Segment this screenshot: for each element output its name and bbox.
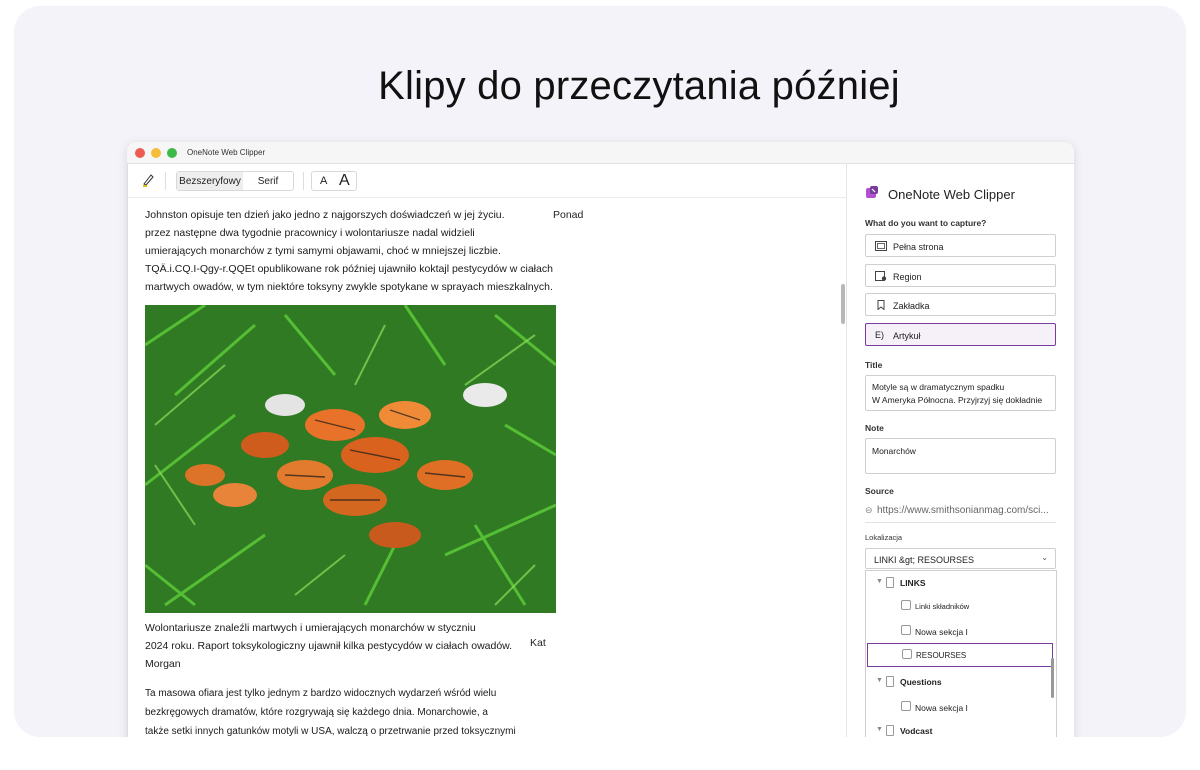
article-icon: E): [875, 330, 884, 340]
window-titlebar: OneNote Web Clipper: [127, 142, 1074, 164]
highlighter-pen-icon[interactable]: [141, 173, 155, 187]
section-label: Linki składników: [915, 602, 970, 611]
text-fragment: Ponad: [553, 209, 584, 221]
maximize-window-button[interactable]: [167, 148, 177, 158]
notebook-vodcast[interactable]: ▼ Vodcast: [866, 721, 1054, 737]
text-line: 2024 roku. Raport toksykologiczny ujawni…: [145, 640, 513, 652]
chevron-down-icon: ⌄: [1041, 553, 1048, 562]
expand-triangle-icon: ▼: [876, 726, 883, 733]
section-item[interactable]: Nowa sekcja I: [866, 697, 1054, 717]
location-label: Lokalizacja: [865, 533, 903, 542]
decrease-font-button[interactable]: A: [320, 175, 327, 187]
title-label: Title: [865, 360, 883, 370]
option-bookmark[interactable]: Zakładka: [865, 293, 1056, 316]
full-page-icon: [875, 241, 887, 251]
onenote-clipper-icon: [866, 186, 878, 198]
section-icon: [902, 649, 912, 659]
capture-label: What do you want to capture?: [865, 218, 987, 228]
link-icon: ⊖: [865, 505, 873, 515]
font-serif-button[interactable]: Serif: [243, 172, 293, 190]
notebook-icon: [886, 725, 894, 736]
location-select[interactable]: LINKI &gt; RESOURSES ⌄: [865, 548, 1056, 569]
notebook-label: Vodcast: [900, 726, 933, 736]
text-line: umierających monarchów z tymi samymi obj…: [145, 245, 501, 257]
expand-triangle-icon: ▼: [876, 578, 883, 585]
text-line: Johnston opisuje ten dzień jako jedno z …: [145, 209, 505, 221]
font-sans-button[interactable]: Bezszeryfowy: [177, 172, 243, 190]
panel-title: OneNote Web Clipper: [888, 187, 1015, 202]
font-size-controls: A A: [311, 171, 357, 191]
expand-triangle-icon: ▼: [876, 677, 883, 684]
butterflies-photo: [145, 305, 556, 613]
bookmark-icon: [877, 300, 885, 310]
photo-caption: Wolontariusze znaleźli martwych i umiera…: [145, 619, 525, 673]
region-icon: [875, 271, 887, 281]
divider: [865, 522, 1056, 523]
minimize-window-button[interactable]: [151, 148, 161, 158]
location-dropdown: ▼ LINKS Linki składników Nowa sekcja I R…: [865, 570, 1057, 737]
caption-credit: Kat: [530, 637, 546, 649]
notebook-questions[interactable]: ▼ Questions: [866, 672, 1054, 692]
section-label: RESOURSES: [916, 651, 967, 660]
source-row: ⊖ https://www.smithsonianmag.com/sci...: [865, 505, 1060, 516]
toolbar-divider: [165, 172, 166, 190]
close-window-button[interactable]: [135, 148, 145, 158]
article-pane: Bezszeryfowy Serif A A Johnston opisuje …: [127, 164, 847, 737]
section-icon: [901, 600, 911, 610]
text-line: TQÄ.i.CQ.I-Qgy-r.QQEt opublikowane rok p…: [145, 263, 553, 275]
option-article[interactable]: E) Artykuł: [865, 323, 1056, 346]
notebook-links[interactable]: ▼ LINKS: [866, 573, 1054, 593]
article-paragraph: Johnston opisuje ten dzień jako jedno z …: [145, 206, 605, 296]
option-label: Pełna strona: [893, 242, 944, 252]
section-icon: [901, 625, 911, 635]
text-line: Wolontariusze znaleźli martwych i umiera…: [145, 622, 476, 634]
note-field[interactable]: Monarchów: [865, 438, 1056, 474]
note-label: Note: [865, 423, 884, 433]
text-line: Morgan: [145, 658, 181, 670]
section-item[interactable]: Nowa sekcja I: [866, 621, 1054, 641]
clipper-panel: OneNote Web Clipper What do you want to …: [848, 164, 1074, 737]
section-icon: [901, 701, 911, 711]
background-card: Klipy do przeczytania później OneNote We…: [14, 6, 1186, 737]
window-title: OneNote Web Clipper: [187, 148, 266, 157]
text-line: Ta masowa ofiara jest tylko jednym z bar…: [145, 688, 497, 699]
source-url: https://www.smithsonianmag.com/sci...: [877, 505, 1049, 516]
section-item-resourses[interactable]: RESOURSES: [867, 643, 1053, 667]
increase-font-button[interactable]: A: [339, 172, 350, 190]
article-scrollbar[interactable]: [841, 284, 845, 324]
option-region[interactable]: Region: [865, 264, 1056, 287]
title-line: W Ameryka Północna. Przyjrzyj się dokład…: [872, 395, 1043, 405]
dropdown-scrollbar[interactable]: [1051, 658, 1054, 698]
text-line: bezkręgowych dramatów, które rozgrywają …: [145, 707, 488, 718]
text-line: martwych owadów, w tym niektóre toksyny …: [145, 281, 553, 293]
option-label: Zakładka: [893, 301, 930, 311]
section-label: Nowa sekcja I: [915, 627, 968, 637]
title-field[interactable]: Motyle są w dramatycznym spadku W Ameryk…: [865, 375, 1056, 411]
location-value: LINKI &gt; RESOURSES: [874, 555, 975, 565]
option-full-page[interactable]: Pełna strona: [865, 234, 1056, 257]
text-line: przez następne dwa tygodnie pracownicy i…: [145, 227, 475, 239]
source-label: Source: [865, 486, 894, 496]
toolbar-divider: [303, 172, 304, 190]
page-headline: Klipy do przeczytania później: [378, 64, 900, 108]
section-label: Nowa sekcja I: [915, 703, 968, 713]
article-paragraph: Ta masowa ofiara jest tylko jednym z bar…: [145, 684, 525, 737]
option-label: Region: [893, 272, 922, 282]
notebook-label: LINKS: [900, 578, 926, 588]
note-text: Monarchów: [872, 446, 916, 456]
font-toggle: Bezszeryfowy Serif: [176, 171, 294, 191]
reader-toolbar: Bezszeryfowy Serif A A: [128, 164, 846, 198]
title-line: Motyle są w dramatycznym spadku: [872, 382, 1005, 392]
option-label: Artykuł: [893, 331, 921, 341]
photo-illustration: [145, 305, 556, 613]
notebook-label: Questions: [900, 677, 942, 687]
text-line: także setki innych gatunków motyli w USA…: [145, 726, 516, 737]
section-item[interactable]: Linki składników: [866, 596, 1054, 616]
notebook-icon: [886, 676, 894, 687]
browser-window: OneNote Web Clipper Bezszeryfowy Serif A…: [127, 142, 1074, 737]
notebook-icon: [886, 577, 894, 588]
